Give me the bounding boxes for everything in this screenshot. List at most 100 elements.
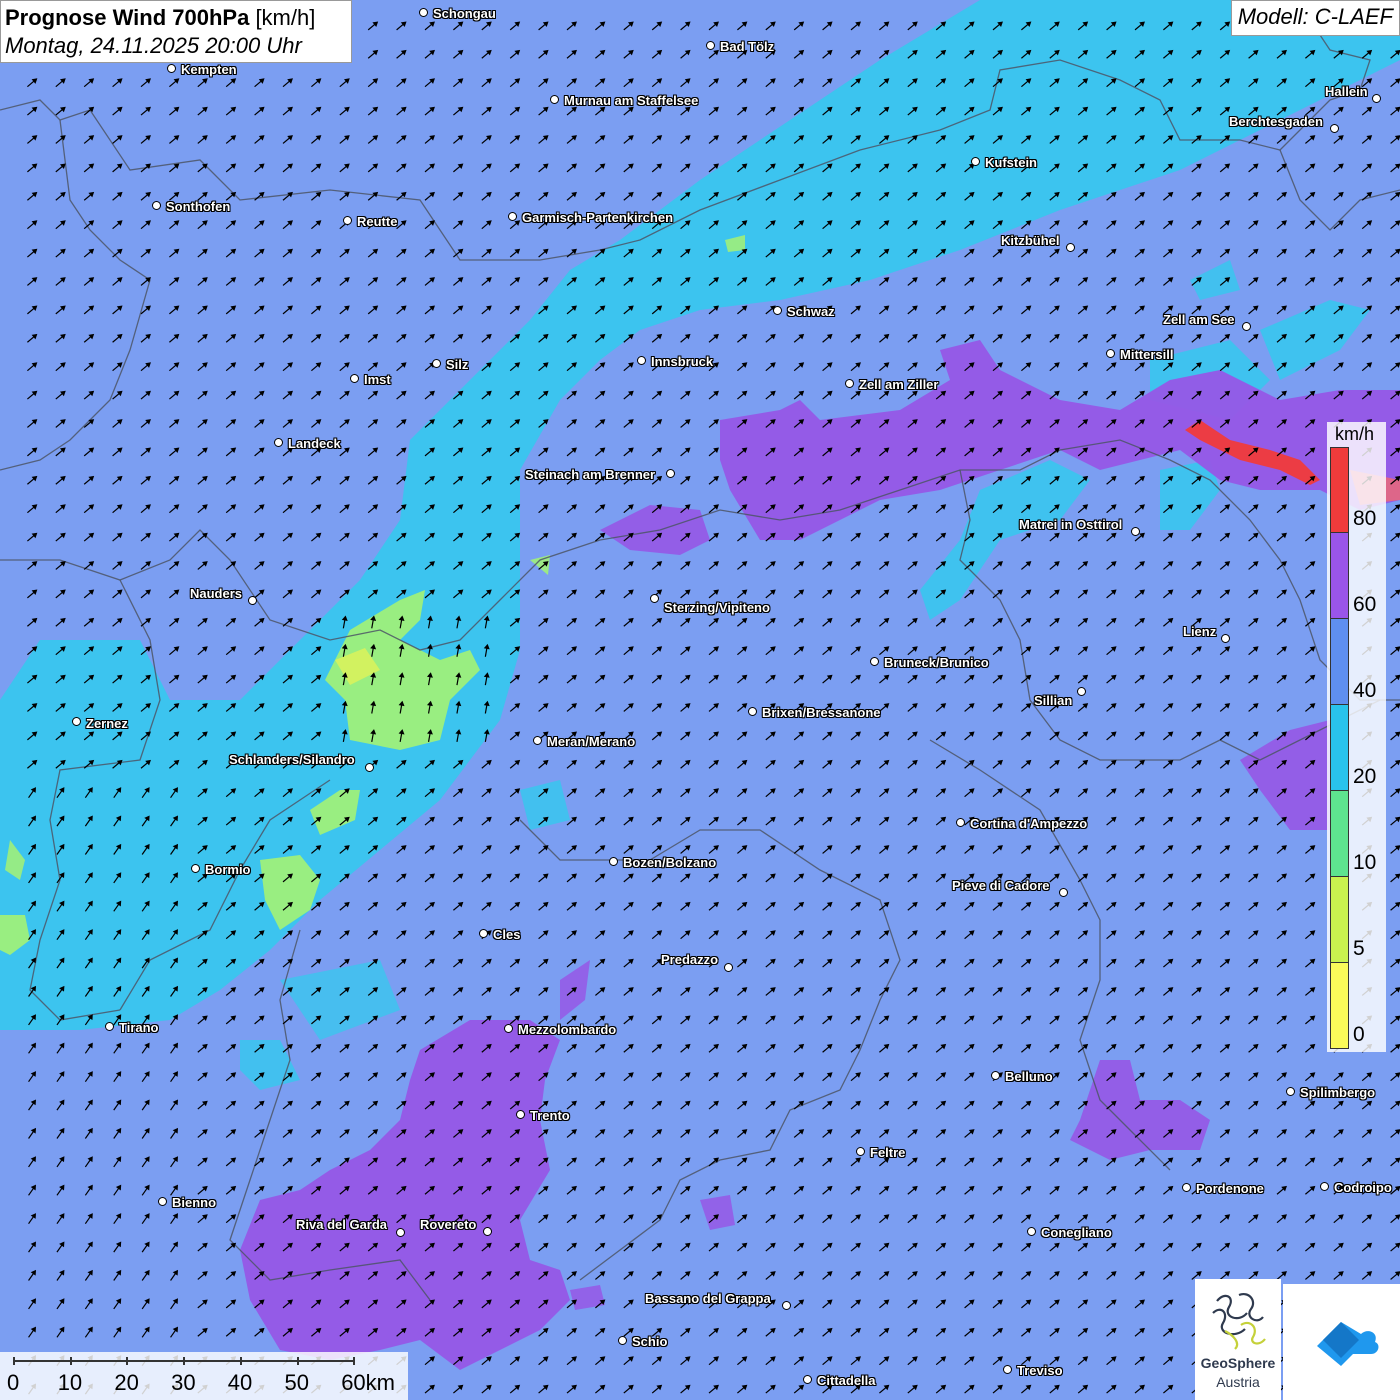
wind-arrow [1077,163,1089,173]
wind-arrow [1361,305,1373,315]
wind-arrow [822,1214,833,1224]
wind-arrow [84,1241,93,1253]
wind-arrow [56,843,65,855]
wind-arrow [197,277,208,286]
wind-arrow [169,390,180,400]
wind-arrow [1134,135,1145,144]
wind-arrow [708,1271,719,1280]
wind-arrow [566,390,577,400]
wind-arrow [879,617,890,627]
wind-arrow [197,788,208,798]
wind-arrow [850,816,861,826]
wind-arrow [1077,305,1089,315]
wind-arrow [367,277,379,286]
wind-arrow [254,958,265,968]
wind-arrow [1049,475,1060,485]
wind-arrow [453,845,464,854]
wind-arrow [1191,390,1202,400]
wind-arrow [651,1157,663,1167]
wind-arrow [793,617,805,627]
geosphere-logo[interactable]: GeoSphere Austria [1195,1279,1281,1400]
wind-arrow [311,248,322,258]
wind-arrow [453,1384,464,1394]
wind-arrow [1276,248,1287,258]
wind-arrow [1049,788,1060,798]
wind-arrow [879,475,890,485]
wind-arrow [1305,1271,1316,1280]
wind-arrow [1305,447,1316,457]
wind-arrow [1163,845,1174,854]
wind-arrow [1077,191,1089,201]
wind-arrow [367,447,379,457]
city-marker [550,95,559,104]
wind-arrow [1219,191,1231,201]
wind-arrow [140,703,151,712]
wind-arrow [27,674,38,684]
wind-arrow [964,1185,975,1195]
wind-arrow [426,615,433,629]
wind-arrow [1361,277,1373,286]
wind-arrow [1021,987,1032,996]
wind-arrow [424,987,435,996]
wind-arrow [1049,1185,1060,1195]
wind-arrow [396,1043,407,1053]
wind-arrow [339,873,350,883]
wind-arrow [595,1214,606,1224]
wind-arrow [651,248,663,258]
wind-arrow [1077,731,1089,741]
wind-arrow [1191,845,1202,854]
wind-arrow [1134,1157,1145,1167]
wind-arrow [935,1384,947,1394]
wind-arrow [879,504,890,514]
wind-arrow [225,1072,237,1082]
city-label: Imst [364,372,391,387]
wind-arrow [850,930,861,940]
wind-arrow [339,163,350,173]
wind-arrow [708,1185,719,1195]
wind-arrow [453,901,464,911]
wind-arrow [822,1072,833,1082]
wind-arrow [793,362,805,372]
wind-arrow [112,333,123,343]
city-label: Cittadella [817,1373,876,1388]
wind-arrow [311,1157,322,1167]
wind-arrow [481,362,492,372]
wind-arrow [595,561,606,570]
weather-app-logo[interactable] [1283,1284,1400,1400]
wind-arrow [197,674,208,684]
wind-arrow [367,1072,379,1082]
wind-arrow [1305,1043,1316,1053]
wind-arrow [56,1156,65,1168]
wind-arrow [1361,248,1373,258]
wind-arrow [396,248,407,258]
wind-arrow [850,220,861,230]
wind-arrow [623,816,634,826]
wind-arrow [1077,1242,1089,1252]
city-marker [748,707,757,716]
city-marker [956,818,965,827]
wind-arrow [370,672,377,686]
wind-arrow [992,731,1003,741]
wind-arrow [254,901,265,911]
wind-arrow [424,333,435,343]
wind-arrow [879,49,890,59]
wind-arrow [197,646,208,656]
wind-arrow [112,191,123,201]
city-label: Landeck [288,436,341,451]
wind-arrow [765,1157,776,1167]
wind-arrow [84,1213,93,1225]
wind-arrow [879,788,890,798]
wind-arrow [1305,617,1316,627]
wind-arrow [935,1214,947,1224]
wind-arrow [27,504,38,514]
wind-arrow [1106,1072,1117,1082]
wind-arrow [1276,930,1287,940]
wind-arrow [765,504,776,514]
wind-arrow [282,1129,293,1138]
wind-arrow [1049,21,1060,31]
wind-arrow [424,1299,435,1309]
wind-arrow [623,163,634,173]
wind-arrow [56,1184,65,1196]
wind-arrow [935,21,947,31]
wind-arrow [140,759,151,769]
